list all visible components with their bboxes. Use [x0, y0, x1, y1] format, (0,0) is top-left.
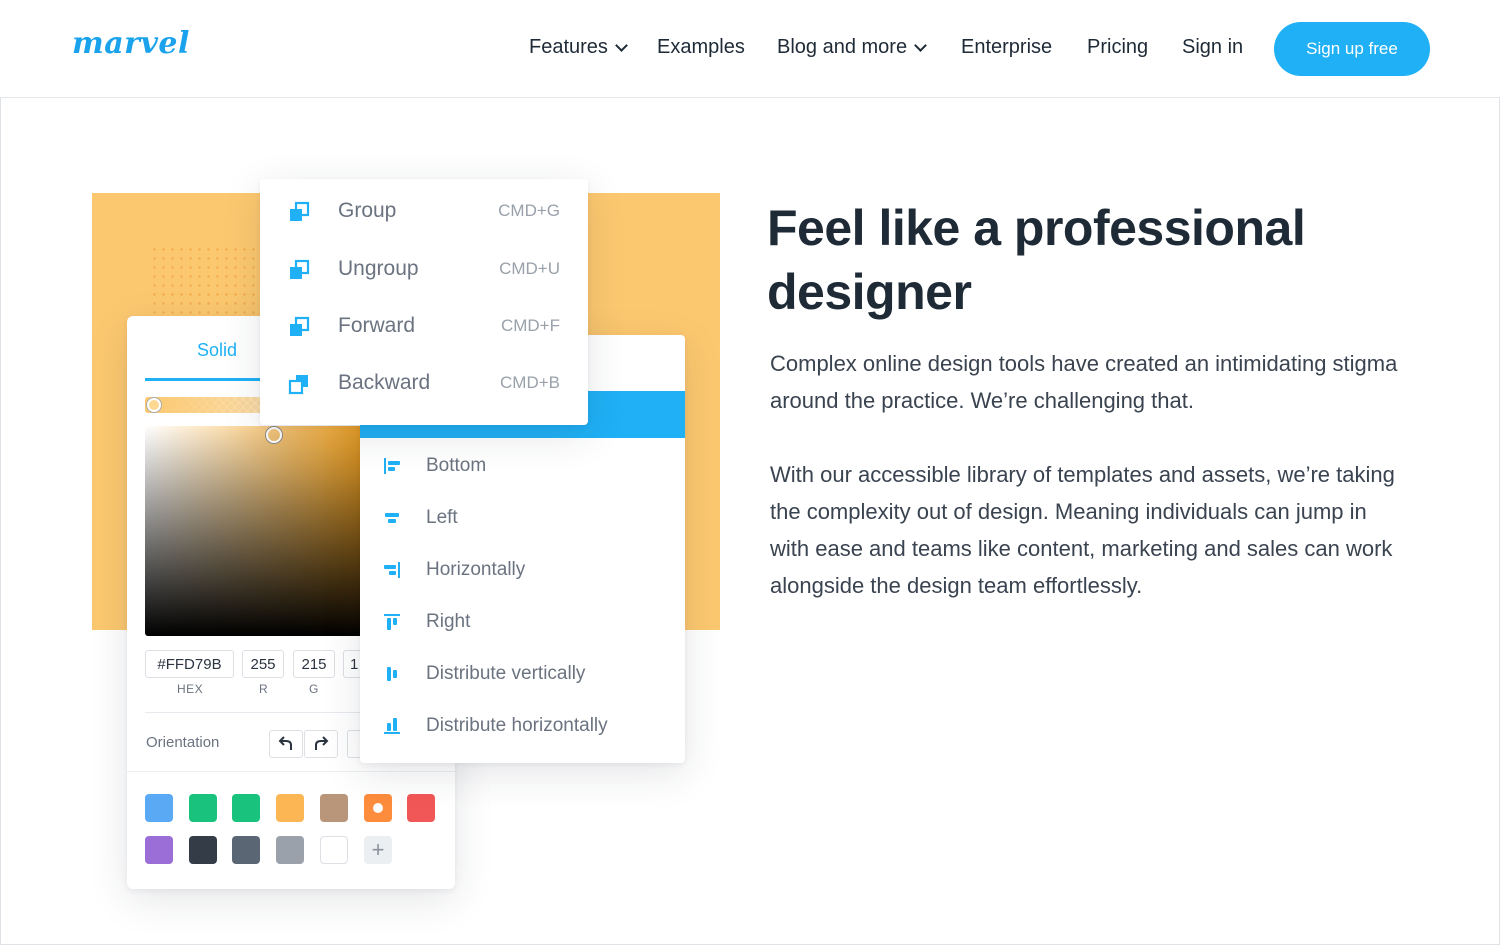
menu-item-backward[interactable]: Backward CMD+B: [260, 363, 588, 403]
rotate-right-button[interactable]: [304, 730, 338, 758]
divider: [127, 771, 455, 772]
saturation-handle[interactable]: [266, 427, 282, 443]
color-swatch[interactable]: [232, 794, 261, 822]
color-swatch[interactable]: [188, 794, 217, 822]
nav-examples-label: Examples: [657, 36, 745, 58]
flip-button[interactable]: [347, 730, 361, 758]
chevron-down-icon: [615, 38, 628, 52]
align-item-label: Distribute horizontally: [426, 715, 608, 736]
r-input[interactable]: 255: [242, 650, 284, 678]
align-left-icon: [385, 513, 399, 523]
group-menu: Group CMD+G Ungroup CMD+U Forward CMD+F …: [260, 179, 588, 425]
color-swatch[interactable]: [276, 836, 305, 864]
menu-item-forward[interactable]: Forward CMD+F: [260, 306, 588, 346]
group-icon: [290, 201, 310, 221]
color-swatch[interactable]: [188, 836, 217, 864]
align-horizontally-icon: [384, 562, 400, 578]
r-label: R: [259, 682, 269, 696]
send-backward-icon: [288, 375, 308, 395]
ungroup-icon: [290, 259, 310, 279]
nav-blog[interactable]: Blog and more: [777, 36, 927, 59]
color-swatch[interactable]: [145, 794, 173, 822]
sign-up-button[interactable]: Sign up free: [1274, 22, 1430, 76]
align-item-bottom[interactable]: Bottom: [360, 446, 685, 486]
distribute-horizontally-icon: [384, 718, 400, 734]
hero-paragraph-2: With our accessible library of templates…: [770, 462, 1395, 598]
menu-item-label: Ungroup: [338, 257, 419, 280]
dot-pattern: [150, 245, 260, 315]
color-swatch[interactable]: [145, 836, 173, 864]
menu-item-label: Forward: [338, 314, 416, 337]
color-swatch[interactable]: [276, 794, 305, 822]
align-right-icon: [384, 614, 400, 630]
hex-label: HEX: [177, 682, 204, 696]
g-label: G: [309, 682, 319, 696]
color-swatch[interactable]: [407, 794, 436, 822]
nav-features-label: Features: [529, 36, 608, 58]
nav-enterprise-label: Enterprise: [961, 36, 1053, 58]
align-item-horizontally[interactable]: Horizontally: [360, 550, 685, 590]
nav-enterprise[interactable]: Enterprise: [961, 36, 1052, 59]
nav-examples[interactable]: Examples: [657, 36, 745, 59]
nav-pricing-label: Pricing: [1087, 36, 1149, 58]
color-swatch[interactable]: [232, 836, 261, 864]
align-bottom-icon: [384, 458, 400, 474]
rotate-left-button[interactable]: [269, 730, 303, 758]
menu-item-ungroup[interactable]: Ungroup CMD+U: [260, 249, 588, 289]
add-swatch-button[interactable]: +: [364, 836, 392, 864]
tab-solid[interactable]: Solid: [197, 340, 237, 361]
align-item-label: Left: [426, 507, 458, 528]
color-swatch[interactable]: [319, 836, 348, 864]
saturation-area[interactable]: [145, 426, 365, 636]
shortcut-label: CMD+G: [498, 201, 560, 220]
align-item-label: Right: [426, 611, 471, 632]
nav-features[interactable]: Features: [529, 36, 628, 59]
nav-sign-in[interactable]: Sign in: [1182, 36, 1243, 59]
tab-underline: [145, 378, 261, 381]
selected-indicator: [372, 803, 383, 813]
align-item-distribute-vertically[interactable]: Distribute vertically: [360, 654, 685, 694]
align-item-label: Horizontally: [426, 559, 526, 580]
menu-item-label: Group: [338, 199, 397, 222]
hex-input[interactable]: #FFD79B: [145, 650, 234, 678]
rotate-left-icon: [278, 736, 292, 750]
rotate-right-icon: [315, 736, 329, 750]
color-swatch[interactable]: [319, 794, 348, 822]
shortcut-label: CMD+F: [500, 316, 560, 335]
nav-blog-label: Blog and more: [777, 36, 908, 58]
site-header: marvel Features Examples Blog and more E…: [0, 0, 1500, 98]
hero-headline: Feel like a professional designer: [767, 200, 1306, 320]
orientation-label: Orientation: [146, 734, 220, 751]
bring-forward-icon: [290, 316, 310, 336]
align-item-label: Bottom: [426, 455, 487, 476]
hero-paragraph-1: Complex online design tools have created…: [770, 351, 1398, 413]
distribute-vertically-icon: [387, 667, 397, 681]
align-item-left[interactable]: Left: [360, 498, 685, 538]
menu-item-label: Backward: [338, 371, 431, 394]
chevron-down-icon: [914, 38, 927, 52]
shortcut-label: CMD+B: [500, 373, 560, 392]
g-input[interactable]: 215: [293, 650, 335, 678]
shortcut-label: CMD+U: [499, 259, 560, 278]
align-item-right[interactable]: Right: [360, 602, 685, 642]
menu-item-group[interactable]: Group CMD+G: [260, 191, 588, 231]
align-item-label: Distribute vertically: [426, 663, 586, 684]
color-swatch[interactable]: [363, 794, 392, 822]
marvel-logo[interactable]: marvel: [72, 26, 190, 61]
align-item-distribute-horizontally[interactable]: Distribute horizontally: [360, 706, 685, 746]
nav-pricing[interactable]: Pricing: [1087, 36, 1148, 59]
nav-sign-in-label: Sign in: [1182, 36, 1244, 58]
opacity-slider-handle[interactable]: [147, 398, 161, 412]
